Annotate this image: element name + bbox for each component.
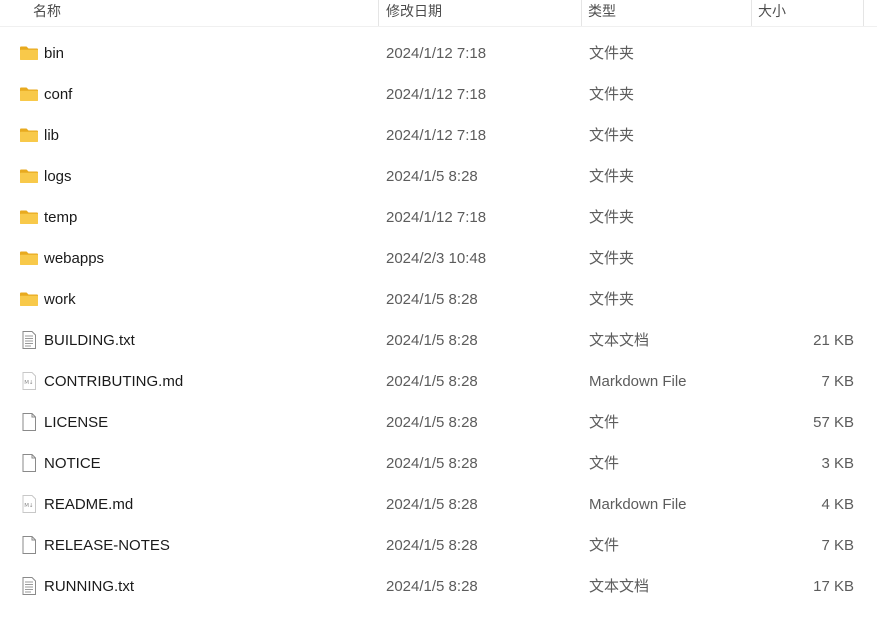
blank-file-icon — [19, 413, 39, 431]
file-date-modified: 2024/1/5 8:28 — [386, 168, 478, 185]
file-type: Markdown File — [589, 373, 687, 390]
file-date-modified: 2024/1/12 7:18 — [386, 127, 487, 144]
file-name: webapps — [44, 250, 105, 267]
column-header-name[interactable]: 名称 — [27, 0, 379, 26]
file-type: 文件夹 — [589, 127, 635, 144]
folder-icon — [19, 167, 39, 185]
file-name: BUILDING.txt — [44, 332, 135, 349]
file-row[interactable]: webapps 2024/2/3 10:48 文件夹 — [0, 238, 877, 279]
text-file-icon — [19, 577, 39, 595]
file-date-modified: 2024/2/3 10:48 — [386, 250, 487, 267]
file-explorer: 名称 修改日期 类型 大小 bin 2024/1/12 7:18 文件夹 conf 20… — [0, 0, 877, 617]
blank-file-icon — [19, 536, 39, 554]
file-name: CONTRIBUTING.md — [44, 373, 184, 390]
blank-file-icon — [19, 454, 39, 472]
file-row[interactable]: NOTICE 2024/1/5 8:28 文件 3 KB — [0, 443, 877, 484]
file-row[interactable]: RELEASE-NOTES 2024/1/5 8:28 文件 7 KB — [0, 525, 877, 566]
file-type: 文件夹 — [589, 291, 635, 308]
file-date-modified: 2024/1/5 8:28 — [386, 537, 478, 554]
file-date-modified: 2024/1/5 8:28 — [386, 496, 478, 513]
column-header-size[interactable]: 大小 — [752, 0, 864, 26]
file-row[interactable]: temp 2024/1/12 7:18 文件夹 — [0, 197, 877, 238]
file-type: 文件 — [589, 537, 620, 554]
file-name: work — [44, 291, 76, 308]
file-size: 57 KB — [813, 414, 854, 431]
column-header-date-modified[interactable]: 修改日期 — [380, 0, 582, 26]
file-date-modified: 2024/1/12 7:18 — [386, 209, 487, 226]
column-header-bar: 名称 修改日期 类型 大小 — [0, 0, 877, 27]
file-name: LICENSE — [44, 414, 109, 431]
folder-icon — [19, 290, 39, 308]
file-row[interactable]: BUILDING.txt 2024/1/5 8:28 文本文档 21 KB — [0, 320, 877, 361]
file-type: Markdown File — [589, 496, 687, 513]
file-date-modified: 2024/1/5 8:28 — [386, 373, 478, 390]
svg-text:M↓: M↓ — [24, 502, 33, 509]
file-list: bin 2024/1/12 7:18 文件夹 conf 2024/1/12 7:18 文件… — [0, 33, 877, 607]
file-type: 文件夹 — [589, 86, 635, 103]
file-row[interactable]: bin 2024/1/12 7:18 文件夹 — [0, 33, 877, 74]
file-name: lib — [44, 127, 60, 144]
file-row[interactable]: M↓ README.md 2024/1/5 8:28 Markdown File 4 K… — [0, 484, 877, 525]
file-row[interactable]: M↓ CONTRIBUTING.md 2024/1/5 8:28 Markdown F… — [0, 361, 877, 402]
file-type: 文件夹 — [589, 45, 635, 62]
file-row[interactable]: conf 2024/1/12 7:18 文件夹 — [0, 74, 877, 115]
file-size: 3 KB — [821, 455, 854, 472]
file-type: 文件夹 — [589, 168, 635, 185]
file-date-modified: 2024/1/5 8:28 — [386, 578, 478, 595]
file-size: 21 KB — [813, 332, 854, 349]
file-date-modified: 2024/1/12 7:18 — [386, 86, 487, 103]
text-file-icon — [19, 331, 39, 349]
file-name: RUNNING.txt — [44, 578, 134, 595]
file-date-modified: 2024/1/5 8:28 — [386, 291, 478, 308]
file-date-modified: 2024/1/5 8:28 — [386, 455, 478, 472]
file-row[interactable]: LICENSE 2024/1/5 8:28 文件 57 KB — [0, 402, 877, 443]
folder-icon — [19, 249, 39, 267]
file-name: logs — [44, 168, 72, 185]
file-name: RELEASE-NOTES — [44, 537, 170, 554]
file-name: bin — [44, 45, 65, 62]
file-row[interactable]: logs 2024/1/5 8:28 文件夹 — [0, 156, 877, 197]
file-name: NOTICE — [44, 455, 101, 472]
file-row[interactable]: work 2024/1/5 8:28 文件夹 — [0, 279, 877, 320]
file-size: 4 KB — [821, 496, 854, 513]
column-header-type[interactable]: 类型 — [582, 0, 752, 26]
markdown-file-icon: M↓ — [19, 372, 39, 390]
file-row[interactable]: RUNNING.txt 2024/1/5 8:28 文本文档 17 KB — [0, 566, 877, 607]
folder-icon — [19, 208, 39, 226]
file-date-modified: 2024/1/5 8:28 — [386, 414, 478, 431]
file-type: 文件 — [589, 414, 620, 431]
file-name: temp — [44, 209, 78, 226]
markdown-file-icon: M↓ — [19, 495, 39, 513]
file-type: 文本文档 — [589, 332, 650, 349]
file-size: 7 KB — [821, 373, 854, 390]
folder-icon — [19, 126, 39, 144]
file-type: 文件夹 — [589, 250, 635, 267]
folder-icon — [19, 85, 39, 103]
file-size: 7 KB — [821, 537, 854, 554]
file-name: conf — [44, 86, 73, 103]
svg-text:M↓: M↓ — [24, 379, 33, 386]
file-type: 文件 — [589, 455, 620, 472]
file-name: README.md — [44, 496, 134, 513]
folder-icon — [19, 44, 39, 62]
file-date-modified: 2024/1/5 8:28 — [386, 332, 478, 349]
file-row[interactable]: lib 2024/1/12 7:18 文件夹 — [0, 115, 877, 156]
file-type: 文件夹 — [589, 209, 635, 226]
file-date-modified: 2024/1/12 7:18 — [386, 45, 487, 62]
file-type: 文本文档 — [589, 578, 650, 595]
file-size: 17 KB — [813, 578, 854, 595]
